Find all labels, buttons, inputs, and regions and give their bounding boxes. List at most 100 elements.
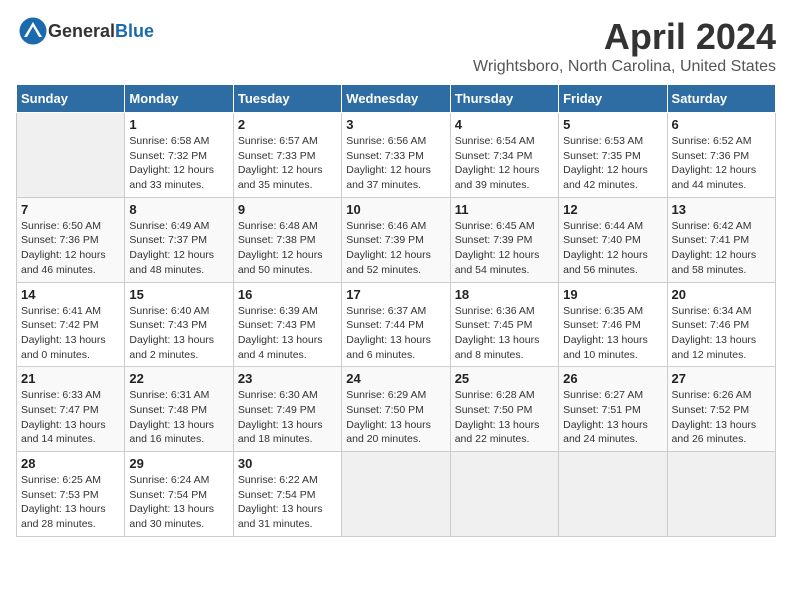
logo-general: General (48, 21, 115, 41)
day-number: 3 (346, 117, 445, 132)
day-info: Sunrise: 6:36 AMSunset: 7:45 PMDaylight:… (455, 304, 554, 363)
logo-blue: Blue (115, 21, 154, 41)
day-number: 5 (563, 117, 662, 132)
day-number: 9 (238, 202, 337, 217)
day-info: Sunrise: 6:48 AMSunset: 7:38 PMDaylight:… (238, 219, 337, 278)
day-number: 8 (129, 202, 228, 217)
day-number: 4 (455, 117, 554, 132)
day-info: Sunrise: 6:45 AMSunset: 7:39 PMDaylight:… (455, 219, 554, 278)
calendar-week-row: 1 Sunrise: 6:58 AMSunset: 7:32 PMDaylight… (17, 113, 776, 198)
day-info: Sunrise: 6:28 AMSunset: 7:50 PMDaylight:… (455, 388, 554, 447)
calendar-cell (17, 113, 125, 198)
calendar-cell (559, 452, 667, 537)
location-title: Wrightsboro, North Carolina, United Stat… (473, 58, 776, 76)
calendar-cell: 22 Sunrise: 6:31 AMSunset: 7:48 PMDayligh… (125, 367, 233, 452)
calendar-table: SundayMondayTuesdayWednesdayThursdayFrid… (16, 84, 776, 537)
calendar-cell: 11Sunrise: 6:45 AMSunset: 7:39 PMDayligh… (450, 197, 558, 282)
day-number: 19 (563, 287, 662, 302)
day-info: Sunrise: 6:40 AMSunset: 7:43 PMDaylight:… (129, 304, 228, 363)
day-number: 16 (238, 287, 337, 302)
calendar-cell: 12 Sunrise: 6:44 AMSunset: 7:40 PMDayligh… (559, 197, 667, 282)
calendar-week-row: 7Sunrise: 6:50 AMSunset: 7:36 PMDaylight… (17, 197, 776, 282)
calendar-week-row: 14Sunrise: 6:41 AMSunset: 7:42 PMDayligh… (17, 282, 776, 367)
day-info: Sunrise: 6:30 AMSunset: 7:49 PMDaylight:… (238, 388, 337, 447)
day-number: 25 (455, 371, 554, 386)
calendar-cell: 20 Sunrise: 6:34 AMSunset: 7:46 PMDayligh… (667, 282, 775, 367)
day-number: 2 (238, 117, 337, 132)
calendar-cell: 2 Sunrise: 6:57 AMSunset: 7:33 PMDaylight… (233, 113, 341, 198)
day-info: Sunrise: 6:35 AMSunset: 7:46 PMDaylight:… (563, 304, 662, 363)
day-number: 30 (238, 456, 337, 471)
day-info: Sunrise: 6:49 AMSunset: 7:37 PMDaylight:… (129, 219, 228, 278)
day-number: 12 (563, 202, 662, 217)
day-number: 15 (129, 287, 228, 302)
day-number: 24 (346, 371, 445, 386)
calendar-cell: 30Sunrise: 6:22 AMSunset: 7:54 PMDayligh… (233, 452, 341, 537)
logo-icon (18, 16, 48, 46)
day-info: Sunrise: 6:27 AMSunset: 7:51 PMDaylight:… (563, 388, 662, 447)
logo: GeneralBlue (16, 16, 154, 46)
calendar-cell: 6Sunrise: 6:52 AMSunset: 7:36 PMDaylight… (667, 113, 775, 198)
calendar-cell: 29 Sunrise: 6:24 AMSunset: 7:54 PMDayligh… (125, 452, 233, 537)
day-of-week-header: Sunday (17, 85, 125, 113)
calendar-cell: 23 Sunrise: 6:30 AMSunset: 7:49 PMDayligh… (233, 367, 341, 452)
day-of-week-header: Tuesday (233, 85, 341, 113)
day-info: Sunrise: 6:57 AMSunset: 7:33 PMDaylight:… (238, 134, 337, 193)
day-info: Sunrise: 6:54 AMSunset: 7:34 PMDaylight:… (455, 134, 554, 193)
day-number: 28 (21, 456, 120, 471)
day-info: Sunrise: 6:24 AMSunset: 7:54 PMDaylight:… (129, 473, 228, 532)
day-info: Sunrise: 6:34 AMSunset: 7:46 PMDaylight:… (672, 304, 771, 363)
calendar-cell (342, 452, 450, 537)
calendar-cell (667, 452, 775, 537)
title-block: April 2024 Wrightsboro, North Carolina, … (473, 16, 776, 76)
day-number: 23 (238, 371, 337, 386)
day-info: Sunrise: 6:46 AMSunset: 7:39 PMDaylight:… (346, 219, 445, 278)
day-number: 26 (563, 371, 662, 386)
calendar-cell: 21 Sunrise: 6:33 AMSunset: 7:47 PMDayligh… (17, 367, 125, 452)
day-info: Sunrise: 6:25 AMSunset: 7:53 PMDaylight:… (21, 473, 120, 532)
day-info: Sunrise: 6:41 AMSunset: 7:42 PMDaylight:… (21, 304, 120, 363)
day-number: 17 (346, 287, 445, 302)
day-number: 29 (129, 456, 228, 471)
calendar-cell: 16 Sunrise: 6:39 AMSunset: 7:43 PMDayligh… (233, 282, 341, 367)
day-number: 27 (672, 371, 771, 386)
day-of-week-header: Thursday (450, 85, 558, 113)
day-info: Sunrise: 6:39 AMSunset: 7:43 PMDaylight:… (238, 304, 337, 363)
day-number: 7 (21, 202, 120, 217)
day-info: Sunrise: 6:31 AMSunset: 7:48 PMDaylight:… (129, 388, 228, 447)
calendar-cell: 3 Sunrise: 6:56 AMSunset: 7:33 PMDaylight… (342, 113, 450, 198)
day-info: Sunrise: 6:56 AMSunset: 7:33 PMDaylight:… (346, 134, 445, 193)
calendar-cell: 25 Sunrise: 6:28 AMSunset: 7:50 PMDayligh… (450, 367, 558, 452)
calendar-cell: 27 Sunrise: 6:26 AMSunset: 7:52 PMDayligh… (667, 367, 775, 452)
day-number: 10 (346, 202, 445, 217)
calendar-cell: 17 Sunrise: 6:37 AMSunset: 7:44 PMDayligh… (342, 282, 450, 367)
day-of-week-header: Friday (559, 85, 667, 113)
calendar-cell (450, 452, 558, 537)
calendar-cell: 14Sunrise: 6:41 AMSunset: 7:42 PMDayligh… (17, 282, 125, 367)
day-info: Sunrise: 6:26 AMSunset: 7:52 PMDaylight:… (672, 388, 771, 447)
day-number: 13 (672, 202, 771, 217)
day-number: 21 (21, 371, 120, 386)
calendar-cell: 24Sunrise: 6:29 AMSunset: 7:50 PMDayligh… (342, 367, 450, 452)
calendar-cell: 10 Sunrise: 6:46 AMSunset: 7:39 PMDayligh… (342, 197, 450, 282)
day-of-week-header: Saturday (667, 85, 775, 113)
calendar-cell: 18Sunrise: 6:36 AMSunset: 7:45 PMDayligh… (450, 282, 558, 367)
day-number: 22 (129, 371, 228, 386)
calendar-cell: 7Sunrise: 6:50 AMSunset: 7:36 PMDaylight… (17, 197, 125, 282)
day-info: Sunrise: 6:37 AMSunset: 7:44 PMDaylight:… (346, 304, 445, 363)
calendar-cell: 15 Sunrise: 6:40 AMSunset: 7:43 PMDayligh… (125, 282, 233, 367)
calendar-week-row: 28 Sunrise: 6:25 AMSunset: 7:53 PMDayligh… (17, 452, 776, 537)
calendar-cell: 26 Sunrise: 6:27 AMSunset: 7:51 PMDayligh… (559, 367, 667, 452)
day-number: 6 (672, 117, 771, 132)
day-number: 1 (129, 117, 228, 132)
day-number: 20 (672, 287, 771, 302)
calendar-header-row: SundayMondayTuesdayWednesdayThursdayFrid… (17, 85, 776, 113)
day-info: Sunrise: 6:33 AMSunset: 7:47 PMDaylight:… (21, 388, 120, 447)
day-info: Sunrise: 6:58 AMSunset: 7:32 PMDaylight:… (129, 134, 228, 193)
day-info: Sunrise: 6:44 AMSunset: 7:40 PMDaylight:… (563, 219, 662, 278)
calendar-cell: 19 Sunrise: 6:35 AMSunset: 7:46 PMDayligh… (559, 282, 667, 367)
calendar-cell: 8 Sunrise: 6:49 AMSunset: 7:37 PMDaylight… (125, 197, 233, 282)
page-header: GeneralBlue April 2024 Wrightsboro, Nort… (16, 16, 776, 76)
calendar-cell: 9 Sunrise: 6:48 AMSunset: 7:38 PMDaylight… (233, 197, 341, 282)
calendar-cell: 13Sunrise: 6:42 AMSunset: 7:41 PMDayligh… (667, 197, 775, 282)
